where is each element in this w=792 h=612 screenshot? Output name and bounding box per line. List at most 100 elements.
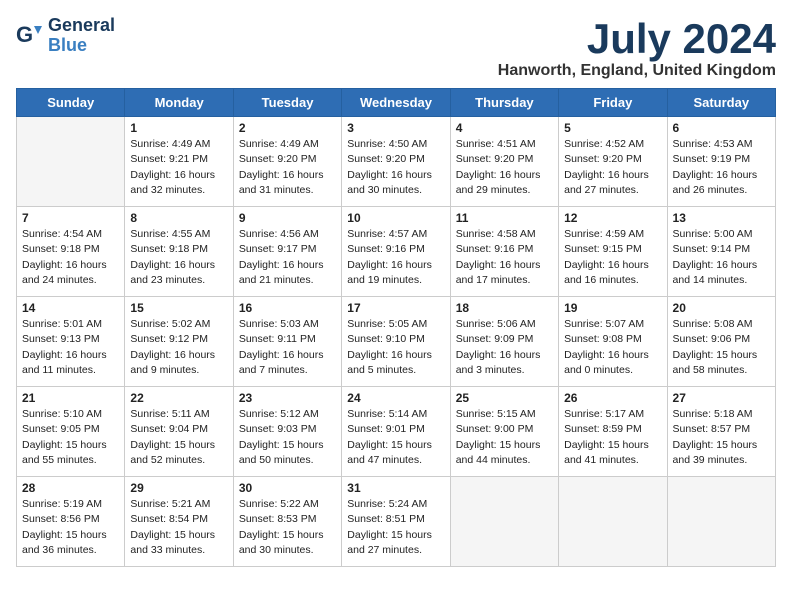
calendar-cell: 24 Sunrise: 5:14 AMSunset: 9:01 PMDayligh…	[342, 387, 450, 477]
day-info: Sunrise: 5:24 AMSunset: 8:51 PMDaylight:…	[347, 497, 444, 558]
calendar-cell: 17 Sunrise: 5:05 AMSunset: 9:10 PMDayligh…	[342, 297, 450, 387]
calendar-cell: 16 Sunrise: 5:03 AMSunset: 9:11 PMDayligh…	[233, 297, 341, 387]
calendar-cell: 2 Sunrise: 4:49 AMSunset: 9:20 PMDaylight…	[233, 117, 341, 207]
calendar-cell: 23 Sunrise: 5:12 AMSunset: 9:03 PMDayligh…	[233, 387, 341, 477]
day-number: 24	[347, 391, 444, 405]
day-number: 29	[130, 481, 227, 495]
day-number: 16	[239, 301, 336, 315]
day-info: Sunrise: 5:22 AMSunset: 8:53 PMDaylight:…	[239, 497, 336, 558]
calendar-cell	[17, 117, 125, 207]
day-info: Sunrise: 5:21 AMSunset: 8:54 PMDaylight:…	[130, 497, 227, 558]
calendar-cell: 18 Sunrise: 5:06 AMSunset: 9:09 PMDayligh…	[450, 297, 558, 387]
day-number: 11	[456, 211, 553, 225]
day-number: 15	[130, 301, 227, 315]
weekday-header: Sunday	[17, 89, 125, 117]
calendar-cell: 9Sunrise: 4:56 AMSunset: 9:17 PMDaylight…	[233, 207, 341, 297]
calendar-cell: 15 Sunrise: 5:02 AMSunset: 9:12 PMDayligh…	[125, 297, 233, 387]
calendar-cell: 22 Sunrise: 5:11 AMSunset: 9:04 PMDayligh…	[125, 387, 233, 477]
calendar-cell: 30 Sunrise: 5:22 AMSunset: 8:53 PMDayligh…	[233, 477, 341, 567]
day-info: Sunrise: 5:02 AMSunset: 9:12 PMDaylight:…	[130, 317, 227, 378]
calendar-cell: 7 Sunrise: 4:54 AMSunset: 9:18 PMDaylight…	[17, 207, 125, 297]
day-number: 8	[130, 211, 227, 225]
day-number: 18	[456, 301, 553, 315]
day-info: Sunrise: 5:06 AMSunset: 9:09 PMDaylight:…	[456, 317, 553, 378]
day-number: 12	[564, 211, 661, 225]
logo-icon: G	[16, 22, 44, 50]
day-number: 25	[456, 391, 553, 405]
weekday-header: Wednesday	[342, 89, 450, 117]
day-info: Sunrise: 4:50 AMSunset: 9:20 PMDaylight:…	[347, 137, 444, 198]
weekday-header: Saturday	[667, 89, 775, 117]
day-number: 17	[347, 301, 444, 315]
day-info: Sunrise: 5:03 AMSunset: 9:11 PMDaylight:…	[239, 317, 336, 378]
day-number: 1	[130, 121, 227, 135]
day-number: 30	[239, 481, 336, 495]
day-info: Sunrise: 5:19 AMSunset: 8:56 PMDaylight:…	[22, 497, 119, 558]
day-info: Sunrise: 4:51 AMSunset: 9:20 PMDaylight:…	[456, 137, 553, 198]
calendar-week-row: 1 Sunrise: 4:49 AMSunset: 9:21 PMDaylight…	[17, 117, 776, 207]
logo-text: General Blue	[48, 16, 115, 56]
calendar-cell: 26 Sunrise: 5:17 AMSunset: 8:59 PMDayligh…	[559, 387, 667, 477]
day-info: Sunrise: 5:00 AMSunset: 9:14 PMDaylight:…	[673, 227, 770, 288]
day-number: 22	[130, 391, 227, 405]
calendar-cell: 21Sunrise: 5:10 AMSunset: 9:05 PMDayligh…	[17, 387, 125, 477]
day-info: Sunrise: 5:14 AMSunset: 9:01 PMDaylight:…	[347, 407, 444, 468]
day-info: Sunrise: 5:05 AMSunset: 9:10 PMDaylight:…	[347, 317, 444, 378]
day-info: Sunrise: 4:59 AMSunset: 9:15 PMDaylight:…	[564, 227, 661, 288]
day-number: 14	[22, 301, 119, 315]
weekday-header-row: SundayMondayTuesdayWednesdayThursdayFrid…	[17, 89, 776, 117]
calendar-cell: 3 Sunrise: 4:50 AMSunset: 9:20 PMDaylight…	[342, 117, 450, 207]
day-number: 5	[564, 121, 661, 135]
day-info: Sunrise: 4:56 AMSunset: 9:17 PMDaylight:…	[239, 227, 336, 288]
day-info: Sunrise: 5:08 AMSunset: 9:06 PMDaylight:…	[673, 317, 770, 378]
calendar-cell: 29 Sunrise: 5:21 AMSunset: 8:54 PMDayligh…	[125, 477, 233, 567]
day-number: 28	[22, 481, 119, 495]
weekday-header: Thursday	[450, 89, 558, 117]
svg-text:G: G	[16, 22, 33, 47]
title-block: July 2024 Hanworth, England, United King…	[498, 16, 776, 80]
day-number: 19	[564, 301, 661, 315]
day-number: 6	[673, 121, 770, 135]
day-number: 7	[22, 211, 119, 225]
day-info: Sunrise: 5:12 AMSunset: 9:03 PMDaylight:…	[239, 407, 336, 468]
calendar-cell: 20 Sunrise: 5:08 AMSunset: 9:06 PMDayligh…	[667, 297, 775, 387]
calendar-cell: 5 Sunrise: 4:52 AMSunset: 9:20 PMDaylight…	[559, 117, 667, 207]
day-info: Sunrise: 4:52 AMSunset: 9:20 PMDaylight:…	[564, 137, 661, 198]
location: Hanworth, England, United Kingdom	[498, 62, 776, 80]
day-info: Sunrise: 5:11 AMSunset: 9:04 PMDaylight:…	[130, 407, 227, 468]
calendar-table: SundayMondayTuesdayWednesdayThursdayFrid…	[16, 88, 776, 567]
day-info: Sunrise: 4:53 AMSunset: 9:19 PMDaylight:…	[673, 137, 770, 198]
calendar-cell: 14Sunrise: 5:01 AMSunset: 9:13 PMDayligh…	[17, 297, 125, 387]
day-number: 4	[456, 121, 553, 135]
calendar-cell: 6 Sunrise: 4:53 AMSunset: 9:19 PMDaylight…	[667, 117, 775, 207]
day-number: 31	[347, 481, 444, 495]
calendar-cell	[559, 477, 667, 567]
page-header: G General Blue July 2024 Hanworth, Engla…	[16, 16, 776, 80]
calendar-week-row: 14Sunrise: 5:01 AMSunset: 9:13 PMDayligh…	[17, 297, 776, 387]
month-title: July 2024	[498, 16, 776, 62]
calendar-cell: 28 Sunrise: 5:19 AMSunset: 8:56 PMDayligh…	[17, 477, 125, 567]
day-number: 10	[347, 211, 444, 225]
calendar-cell	[667, 477, 775, 567]
calendar-week-row: 28 Sunrise: 5:19 AMSunset: 8:56 PMDayligh…	[17, 477, 776, 567]
day-number: 26	[564, 391, 661, 405]
day-info: Sunrise: 4:58 AMSunset: 9:16 PMDaylight:…	[456, 227, 553, 288]
calendar-cell: 19 Sunrise: 5:07 AMSunset: 9:08 PMDayligh…	[559, 297, 667, 387]
calendar-cell	[450, 477, 558, 567]
day-info: Sunrise: 4:49 AMSunset: 9:20 PMDaylight:…	[239, 137, 336, 198]
day-number: 20	[673, 301, 770, 315]
day-info: Sunrise: 5:07 AMSunset: 9:08 PMDaylight:…	[564, 317, 661, 378]
day-number: 23	[239, 391, 336, 405]
day-number: 3	[347, 121, 444, 135]
day-number: 2	[239, 121, 336, 135]
calendar-cell: 12 Sunrise: 4:59 AMSunset: 9:15 PMDayligh…	[559, 207, 667, 297]
calendar-week-row: 21Sunrise: 5:10 AMSunset: 9:05 PMDayligh…	[17, 387, 776, 477]
calendar-cell: 1 Sunrise: 4:49 AMSunset: 9:21 PMDaylight…	[125, 117, 233, 207]
day-info: Sunrise: 4:49 AMSunset: 9:21 PMDaylight:…	[130, 137, 227, 198]
calendar-week-row: 7 Sunrise: 4:54 AMSunset: 9:18 PMDaylight…	[17, 207, 776, 297]
day-info: Sunrise: 4:54 AMSunset: 9:18 PMDaylight:…	[22, 227, 119, 288]
day-info: Sunrise: 5:17 AMSunset: 8:59 PMDaylight:…	[564, 407, 661, 468]
calendar-cell: 13Sunrise: 5:00 AMSunset: 9:14 PMDayligh…	[667, 207, 775, 297]
calendar-cell: 25Sunrise: 5:15 AMSunset: 9:00 PMDayligh…	[450, 387, 558, 477]
calendar-cell: 11 Sunrise: 4:58 AMSunset: 9:16 PMDayligh…	[450, 207, 558, 297]
